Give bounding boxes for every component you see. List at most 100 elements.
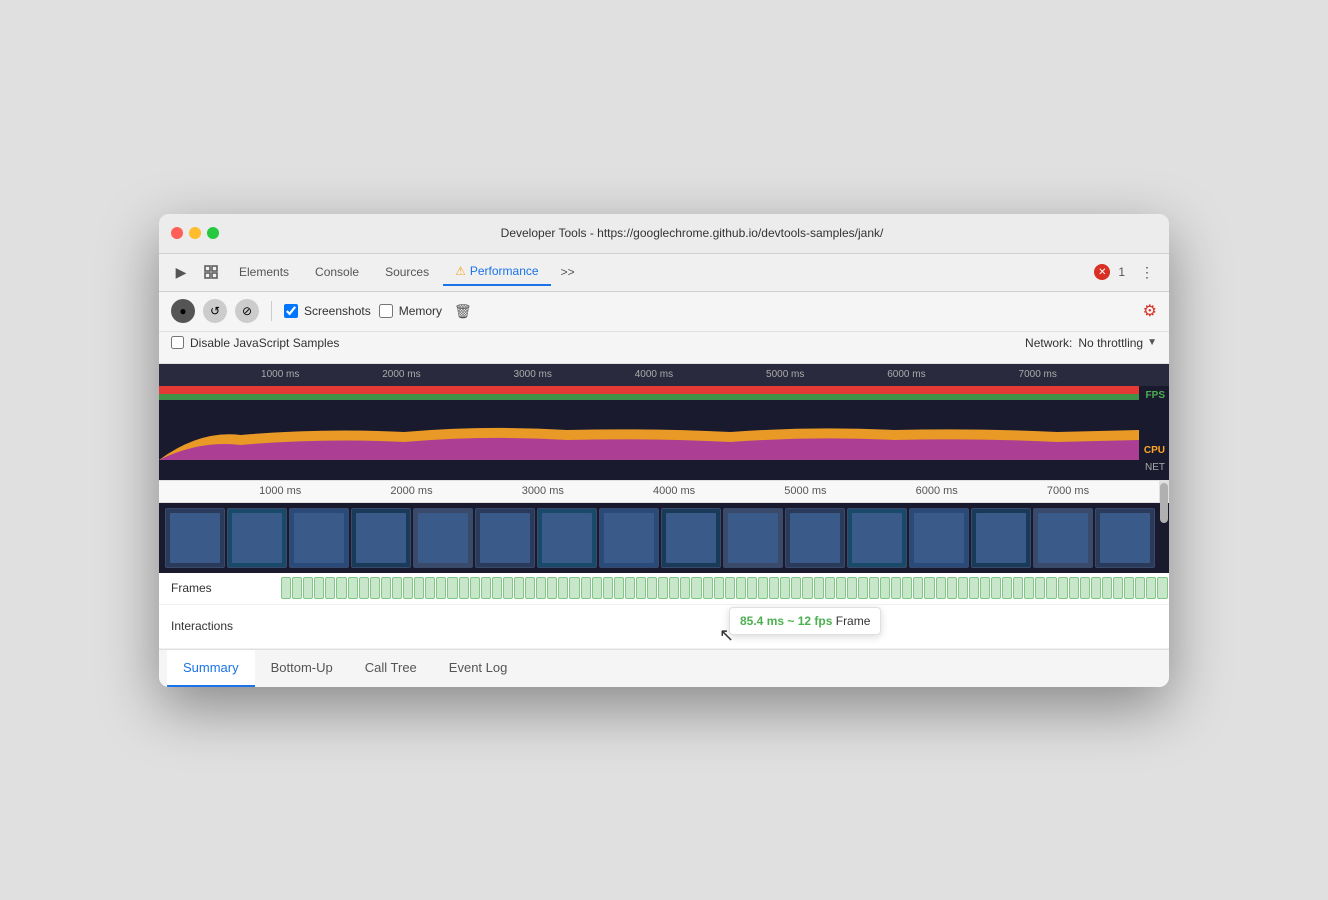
gear-icon[interactable]: ⚙ — [1143, 301, 1157, 321]
tab-sources[interactable]: Sources — [373, 259, 441, 285]
frame-block[interactable] — [359, 577, 369, 599]
clear-button[interactable]: ⊘ — [235, 299, 259, 323]
frame-block[interactable] — [292, 577, 302, 599]
frame-block[interactable] — [991, 577, 1001, 599]
frame-block[interactable] — [569, 577, 579, 599]
frame-block[interactable] — [436, 577, 446, 599]
frame-block[interactable] — [425, 577, 435, 599]
minimize-button[interactable] — [189, 227, 201, 239]
tab-call-tree[interactable]: Call Tree — [349, 650, 433, 687]
frame-block[interactable] — [1058, 577, 1068, 599]
frame-block[interactable] — [1135, 577, 1145, 599]
frame-block[interactable] — [636, 577, 646, 599]
scrollbar-thumb[interactable] — [1160, 483, 1168, 523]
tab-more[interactable]: >> — [553, 259, 583, 285]
frame-block[interactable] — [891, 577, 901, 599]
frame-block[interactable] — [847, 577, 857, 599]
frame-block[interactable] — [525, 577, 535, 599]
maximize-button[interactable] — [207, 227, 219, 239]
frame-block[interactable] — [536, 577, 546, 599]
tab-console[interactable]: Console — [303, 259, 371, 285]
disable-js-setting[interactable]: Disable JavaScript Samples — [171, 336, 339, 350]
inspect-icon[interactable] — [197, 258, 225, 286]
tab-summary[interactable]: Summary — [167, 650, 255, 687]
frame-block[interactable] — [492, 577, 502, 599]
frame-block[interactable] — [348, 577, 358, 599]
frame-block[interactable] — [414, 577, 424, 599]
frame-block[interactable] — [947, 577, 957, 599]
frame-block[interactable] — [869, 577, 879, 599]
timeline-scrollbar[interactable] — [1159, 481, 1169, 502]
frame-block[interactable] — [1113, 577, 1123, 599]
frame-block[interactable] — [1102, 577, 1112, 599]
frame-block[interactable] — [370, 577, 380, 599]
trash-icon[interactable]: 🗑 — [454, 303, 472, 320]
frame-block[interactable] — [958, 577, 968, 599]
frame-block[interactable] — [1080, 577, 1090, 599]
frame-block[interactable] — [514, 577, 524, 599]
frame-block[interactable] — [769, 577, 779, 599]
frame-block[interactable] — [758, 577, 768, 599]
frame-block[interactable] — [470, 577, 480, 599]
frame-block[interactable] — [303, 577, 313, 599]
tab-performance[interactable]: ⚠Performance — [443, 258, 550, 286]
frame-block[interactable] — [1035, 577, 1045, 599]
frame-block[interactable] — [1157, 577, 1167, 599]
frame-block[interactable] — [325, 577, 335, 599]
frame-block[interactable] — [680, 577, 690, 599]
frame-block[interactable] — [913, 577, 923, 599]
frame-block[interactable] — [403, 577, 413, 599]
frame-block[interactable] — [858, 577, 868, 599]
frame-block[interactable] — [714, 577, 724, 599]
frame-block[interactable] — [669, 577, 679, 599]
frame-block[interactable] — [1002, 577, 1012, 599]
frame-block[interactable] — [381, 577, 391, 599]
memory-toggle[interactable]: Memory — [379, 304, 442, 318]
frame-block[interactable] — [902, 577, 912, 599]
network-select[interactable]: No throttling ▼ — [1078, 336, 1157, 350]
reload-button[interactable]: ↺ — [203, 299, 227, 323]
frame-block[interactable] — [658, 577, 668, 599]
frame-block[interactable] — [1091, 577, 1101, 599]
frame-block[interactable] — [780, 577, 790, 599]
frame-block[interactable] — [1146, 577, 1156, 599]
frame-block[interactable] — [747, 577, 757, 599]
frame-block[interactable] — [703, 577, 713, 599]
cursor-tool-icon[interactable]: ▶ — [167, 258, 195, 286]
frame-block[interactable] — [980, 577, 990, 599]
screenshots-toggle[interactable]: Screenshots — [284, 304, 371, 318]
frame-block[interactable] — [503, 577, 513, 599]
frame-block[interactable] — [558, 577, 568, 599]
frame-block[interactable] — [1124, 577, 1134, 599]
frame-block[interactable] — [581, 577, 591, 599]
frame-block[interactable] — [814, 577, 824, 599]
frame-block[interactable] — [625, 577, 635, 599]
frame-block[interactable] — [691, 577, 701, 599]
tab-event-log[interactable]: Event Log — [433, 650, 524, 687]
tab-bottom-up[interactable]: Bottom-Up — [255, 650, 349, 687]
frame-block[interactable] — [592, 577, 602, 599]
frame-block[interactable] — [880, 577, 890, 599]
frame-block[interactable] — [392, 577, 402, 599]
frame-block[interactable] — [825, 577, 835, 599]
frame-block[interactable] — [791, 577, 801, 599]
frame-block[interactable] — [314, 577, 324, 599]
frame-block[interactable] — [802, 577, 812, 599]
frame-block[interactable] — [725, 577, 735, 599]
frame-block[interactable] — [614, 577, 624, 599]
frame-block[interactable] — [924, 577, 934, 599]
frame-block[interactable] — [481, 577, 491, 599]
frame-block[interactable] — [1069, 577, 1079, 599]
frame-block[interactable] — [459, 577, 469, 599]
tab-elements[interactable]: Elements — [227, 259, 301, 285]
frame-block[interactable] — [1013, 577, 1023, 599]
close-button[interactable] — [171, 227, 183, 239]
frame-block[interactable] — [603, 577, 613, 599]
frame-block[interactable] — [969, 577, 979, 599]
frame-block[interactable] — [836, 577, 846, 599]
screenshots-checkbox[interactable] — [284, 304, 298, 318]
frame-block[interactable] — [936, 577, 946, 599]
frame-block[interactable] — [1024, 577, 1034, 599]
frame-block[interactable] — [281, 577, 291, 599]
disable-js-checkbox[interactable] — [171, 336, 184, 349]
